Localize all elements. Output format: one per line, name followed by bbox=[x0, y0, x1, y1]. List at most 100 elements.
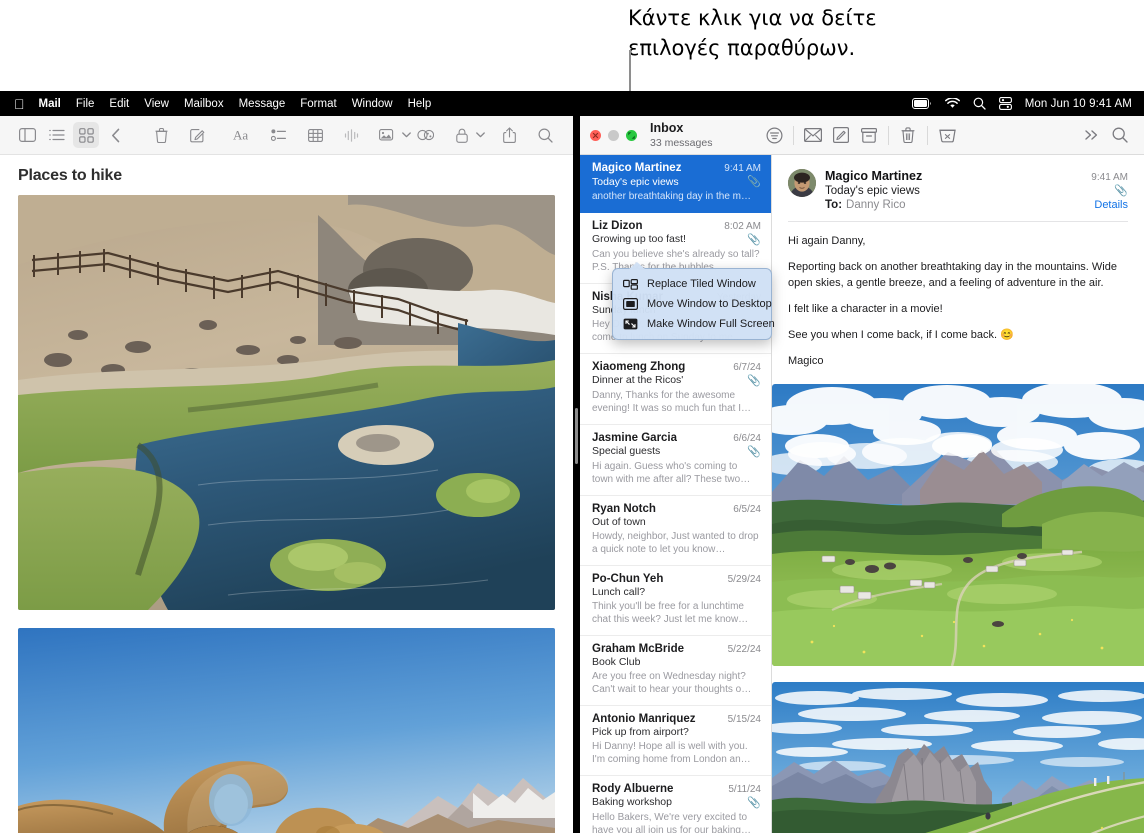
menu-item-replace-tiled-window[interactable]: Replace Tiled Window bbox=[613, 274, 771, 294]
list-item[interactable]: Antonio Manriquez 5/15/24 Pick up from a… bbox=[580, 706, 771, 776]
list-item[interactable]: Rody Albuerne 5/11/24 Baking workshop 📎 … bbox=[580, 776, 771, 833]
table-icon[interactable] bbox=[302, 122, 328, 148]
apple-logo-icon[interactable]:  bbox=[14, 97, 25, 111]
chevron-down-icon[interactable] bbox=[400, 122, 412, 148]
message-list[interactable]: Magico Martinez 9:41 AM Today's epic vie… bbox=[580, 155, 772, 833]
chevron-down-icon-lock[interactable] bbox=[475, 122, 487, 148]
audio-icon[interactable] bbox=[338, 122, 364, 148]
message-date: 6/6/24 bbox=[733, 433, 761, 444]
menu-item-window[interactable]: Window bbox=[352, 98, 393, 110]
message-sender: Rody Albuerne bbox=[592, 783, 673, 795]
delete-icon[interactable] bbox=[148, 122, 174, 148]
message-date: 5/11/24 bbox=[728, 784, 761, 795]
reader-timestamp: 9:41 AM bbox=[1091, 172, 1128, 183]
junk-icon[interactable] bbox=[933, 121, 961, 149]
menu-item-make-window-full-screen[interactable]: Make Window Full Screen bbox=[613, 314, 771, 334]
message-preview: Danny, Thanks for the awesome evening! I… bbox=[592, 389, 761, 416]
reading-pane: Magico Martinez 9:41 AM Today's epic vie… bbox=[772, 155, 1144, 833]
message-date: 5/22/24 bbox=[728, 644, 761, 655]
attachment-icon: 📎 bbox=[747, 445, 761, 458]
menubar-clock[interactable]: Mon Jun 10 9:41 AM bbox=[1025, 98, 1132, 110]
message-preview: Hi again. Guess who's coming to town wit… bbox=[592, 460, 761, 487]
control-center-icon[interactable] bbox=[999, 97, 1012, 110]
message-subject: Book Club bbox=[592, 656, 640, 668]
menu-item-file[interactable]: File bbox=[76, 98, 95, 110]
replace-tiled-window-icon bbox=[623, 277, 639, 291]
trash-icon[interactable] bbox=[894, 121, 922, 149]
window-splitter[interactable] bbox=[573, 116, 580, 833]
collaborate-icon[interactable] bbox=[412, 122, 438, 148]
attachment-icon: 📎 bbox=[747, 374, 761, 387]
menu-bar:  Mail File Edit View Mailbox Message Fo… bbox=[0, 91, 1144, 116]
wifi-icon[interactable] bbox=[945, 98, 960, 110]
minimize-button[interactable] bbox=[608, 130, 619, 141]
splitter-grip[interactable] bbox=[575, 408, 578, 464]
desktop-tiled-area: Aa bbox=[0, 116, 1144, 833]
mail-toolbar: Inbox 33 messages bbox=[580, 116, 1144, 155]
message-sender: Graham McBride bbox=[592, 643, 684, 655]
svg-text:Aa: Aa bbox=[233, 128, 248, 142]
message-preview: another breathtaking day in the m… bbox=[592, 190, 761, 204]
menu-item-mail[interactable]: Mail bbox=[39, 98, 61, 110]
menu-item-message[interactable]: Message bbox=[239, 98, 286, 110]
menu-item-help[interactable]: Help bbox=[408, 98, 432, 110]
to-value: Danny Rico bbox=[846, 199, 905, 211]
search-icon-mail[interactable] bbox=[1106, 121, 1134, 149]
mobius-arch-photo bbox=[18, 628, 555, 833]
more-icon[interactable] bbox=[1078, 121, 1106, 149]
share-icon[interactable] bbox=[497, 122, 523, 148]
message-attachments bbox=[772, 380, 1144, 833]
note-content: Places to hike bbox=[0, 167, 573, 833]
close-button[interactable] bbox=[590, 130, 601, 141]
search-icon-notes[interactable] bbox=[533, 122, 559, 148]
details-link[interactable]: Details bbox=[1094, 199, 1128, 211]
list-item[interactable]: Graham McBride 5/22/24 Book Club Are you… bbox=[580, 636, 771, 706]
menu-item-view[interactable]: View bbox=[144, 98, 169, 110]
message-subject: Out of town bbox=[592, 516, 646, 528]
window-options-menu[interactable]: Replace Tiled Window Move Window to Desk… bbox=[612, 268, 772, 340]
mark-unread-icon[interactable] bbox=[799, 121, 827, 149]
archive-icon[interactable] bbox=[855, 121, 883, 149]
menu-item-format[interactable]: Format bbox=[300, 98, 336, 110]
list-item[interactable]: Jasmine Garcia 6/6/24 Special guests 📎 H… bbox=[580, 425, 771, 496]
message-date: 8:02 AM bbox=[724, 221, 761, 232]
message-sender: Xiaomeng Zhong bbox=[592, 361, 685, 373]
callout-text: Κάντε κλικ για να δείτε επιλογές παραθύρ… bbox=[628, 4, 958, 64]
sidebar-toggle-icon[interactable] bbox=[14, 122, 40, 148]
body-paragraph-5: Magico bbox=[788, 354, 1128, 370]
avatar bbox=[788, 169, 816, 197]
list-view-icon[interactable] bbox=[44, 122, 70, 148]
message-preview: Are you free on Wednesday night? Can't w… bbox=[592, 670, 761, 697]
lock-icon[interactable] bbox=[449, 122, 475, 148]
gallery-view-icon[interactable] bbox=[73, 122, 99, 148]
list-item[interactable]: Xiaomeng Zhong 6/7/24 Dinner at the Rico… bbox=[580, 354, 771, 425]
list-item[interactable]: Magico Martinez 9:41 AM Today's epic vie… bbox=[580, 155, 771, 213]
message-subject: Growing up too fast! bbox=[592, 233, 686, 245]
message-preview: Howdy, neighbor, Just wanted to drop a q… bbox=[592, 530, 761, 557]
search-icon[interactable] bbox=[973, 97, 986, 110]
toolbar-divider-2 bbox=[888, 126, 889, 145]
menu-item-move-window-to-desktop[interactable]: Move Window to Desktop bbox=[613, 294, 771, 314]
battery-icon[interactable] bbox=[912, 98, 932, 109]
compose-icon[interactable] bbox=[827, 121, 855, 149]
alpine-meadow-photo bbox=[772, 384, 1144, 666]
checklist-icon[interactable] bbox=[266, 122, 292, 148]
format-text-icon[interactable]: Aa bbox=[230, 122, 256, 148]
back-icon[interactable] bbox=[103, 122, 129, 148]
attachment-icon[interactable]: 📎 bbox=[1114, 184, 1128, 197]
list-item[interactable]: Ryan Notch 6/5/24 Out of town Howdy, nei… bbox=[580, 496, 771, 566]
list-item[interactable]: Po-Chun Yeh 5/29/24 Lunch call? Think yo… bbox=[580, 566, 771, 636]
filter-icon[interactable] bbox=[760, 121, 788, 149]
menu-item-label: Move Window to Desktop bbox=[647, 298, 772, 310]
hot-creek-photo bbox=[18, 195, 555, 610]
menu-item-edit[interactable]: Edit bbox=[109, 98, 129, 110]
to-label: To: bbox=[825, 199, 842, 211]
fullscreen-button[interactable] bbox=[626, 130, 637, 141]
media-icon[interactable] bbox=[374, 122, 400, 148]
message-subject: Today's epic views bbox=[592, 176, 679, 188]
menu-item-mailbox[interactable]: Mailbox bbox=[184, 98, 224, 110]
mountain-ridge-photo bbox=[772, 682, 1144, 833]
mailbox-name: Inbox bbox=[650, 121, 712, 135]
compose-note-icon[interactable] bbox=[184, 122, 210, 148]
message-date: 9:41 AM bbox=[724, 163, 761, 174]
